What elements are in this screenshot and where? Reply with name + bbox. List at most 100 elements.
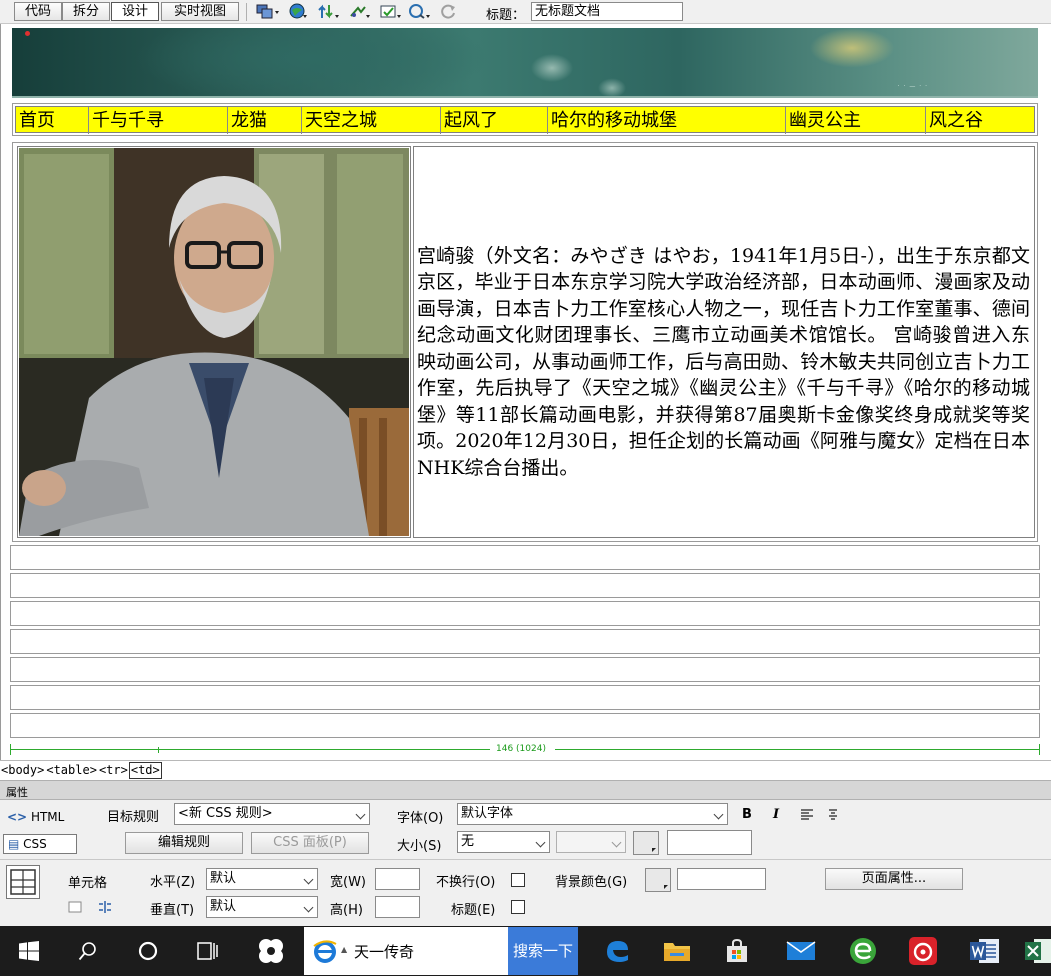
nowrap-label: 不换行(O) — [436, 875, 496, 890]
multiscreen-icon[interactable] — [256, 3, 280, 20]
visual-aids-icon[interactable] — [349, 3, 371, 20]
bgcolor-picker[interactable] — [645, 868, 671, 892]
portrait-illustration — [19, 148, 409, 536]
file-management-icon[interactable] — [318, 3, 340, 20]
search-submit-button[interactable]: 搜索一下 — [508, 927, 578, 975]
size-unit-select[interactable] — [556, 831, 626, 853]
target-rule-select[interactable]: <新 CSS 规则> — [174, 803, 370, 825]
task-view-button[interactable] — [186, 926, 230, 976]
css-mode-button[interactable]: ▤ CSS — [3, 834, 77, 854]
size-select[interactable]: 无 — [457, 831, 550, 853]
table-width-indicator: 146 (1024) — [10, 744, 1040, 756]
code-view-button[interactable]: 代码 — [14, 2, 62, 21]
html-mode-button[interactable]: <> HTML — [3, 808, 64, 828]
italic-button[interactable]: I — [773, 807, 779, 822]
properties-panel: 属性 <> HTML ▤ CSS 目标规则 <新 CSS 规则> 编辑规则 CS… — [0, 780, 1051, 926]
windows-taskbar: ▲ 天一传奇 搜索一下 — [0, 926, 1051, 976]
target-rule-value: <新 CSS 规则> — [178, 806, 273, 821]
check-page-icon[interactable] — [380, 3, 402, 20]
preview-browser-icon[interactable] — [289, 3, 307, 20]
cortana-circle-icon — [138, 941, 158, 961]
nav-item-nausicaa[interactable]: 风之谷 — [926, 107, 1034, 134]
page-properties-button[interactable]: 页面属性... — [825, 868, 963, 890]
pinned-app-edge[interactable] — [594, 926, 640, 976]
edge-logo-icon — [607, 941, 628, 962]
horizontal-align-value: 默认 — [210, 871, 237, 886]
search-icon — [78, 942, 96, 961]
live-view-button[interactable]: 实时视图 — [161, 2, 239, 21]
pinned-app-file-explorer[interactable] — [654, 926, 700, 976]
empty-table-row[interactable] — [10, 573, 1040, 598]
pinned-app-netease-music[interactable] — [900, 926, 946, 976]
empty-table-row[interactable] — [10, 629, 1040, 654]
windows-logo-icon — [19, 941, 39, 961]
bio-text: 宫崎骏（外文名：みやざき はやお，1941年1月5日-），出生于东京都文京区，毕… — [417, 244, 1030, 479]
content-table: 宫崎骏（外文名：みやざき はやお，1941年1月5日-），出生于东京都文京区，毕… — [12, 142, 1038, 542]
pinned-app-word[interactable] — [960, 926, 1010, 976]
cortana-button[interactable] — [126, 926, 170, 976]
nav-item-princess-mononoke[interactable]: 幽灵公主 — [786, 107, 926, 134]
empty-table-row[interactable] — [10, 713, 1040, 738]
pinned-app-mail[interactable] — [776, 926, 826, 976]
validate-icon[interactable] — [409, 3, 431, 20]
align-left-icon[interactable] — [800, 809, 814, 821]
toolbar-separator — [246, 3, 247, 21]
ruler-tick-mid — [158, 747, 159, 753]
start-button[interactable] — [8, 926, 50, 976]
tag-body[interactable]: <body> — [0, 761, 45, 779]
merge-cells-icon[interactable] — [68, 901, 82, 913]
empty-table-row[interactable] — [10, 545, 1040, 570]
header-checkbox[interactable] — [511, 900, 525, 914]
cell-label: 单元格 — [68, 876, 108, 891]
task-view-icon — [197, 942, 218, 960]
horizontal-align-select[interactable]: 默认 — [206, 868, 318, 890]
folder-icon — [664, 943, 690, 961]
text-color-input[interactable] — [667, 830, 752, 855]
nav-item-totoro[interactable]: 龙猫 — [228, 107, 302, 134]
bold-button[interactable]: B — [742, 807, 752, 822]
empty-table-row[interactable] — [10, 601, 1040, 626]
font-select[interactable]: 默认字体 — [457, 803, 728, 825]
design-view-button[interactable]: 设计 — [111, 2, 159, 21]
ie-logo-icon — [313, 940, 337, 963]
search-button[interactable] — [66, 926, 110, 976]
design-canvas[interactable]: · · — · · 首页 千与千寻 龙猫 天空之城 起风了 哈尔的移动城堡 幽灵… — [0, 24, 1051, 760]
text-color-picker[interactable] — [633, 831, 659, 855]
height-input[interactable] — [375, 896, 420, 918]
css-panel-button[interactable]: CSS 面板(P) — [251, 832, 369, 854]
nav-item-the-wind-rises[interactable]: 起风了 — [441, 107, 548, 134]
split-cell-icon[interactable] — [98, 900, 112, 914]
empty-table-row[interactable] — [10, 657, 1040, 682]
pinned-app-butterfly[interactable] — [248, 926, 294, 976]
photo-cell[interactable] — [17, 146, 411, 538]
refresh-icon[interactable] — [440, 3, 458, 20]
chevron-down-icon — [303, 874, 314, 885]
vertical-align-select[interactable]: 默认 — [206, 896, 318, 918]
pinned-app-green-browser[interactable] — [840, 926, 886, 976]
pinned-app-store[interactable] — [714, 926, 760, 976]
bio-cell[interactable]: 宫崎骏（外文名：みやざき はやお，1941年1月5日-），出生于东京都文京区，毕… — [413, 146, 1035, 538]
nav-item-howls-moving-castle[interactable]: 哈尔的移动城堡 — [548, 107, 786, 134]
tag-td[interactable]: <td> — [128, 762, 162, 779]
width-input[interactable] — [375, 868, 420, 890]
nowrap-checkbox[interactable] — [511, 873, 525, 887]
nav-item-spirited-away[interactable]: 千与千寻 — [89, 107, 228, 134]
tag-table[interactable]: <table> — [45, 761, 98, 779]
pinned-app-excel[interactable] — [1024, 926, 1051, 976]
align-center-icon[interactable] — [828, 809, 838, 821]
header-label: 标题(E) — [451, 903, 496, 918]
properties-tab[interactable]: 属性 — [6, 784, 28, 800]
document-title-input[interactable]: 无标题文档 — [531, 2, 683, 21]
empty-table-row[interactable] — [10, 685, 1040, 710]
edit-rule-button[interactable]: 编辑规则 — [125, 832, 243, 854]
nav-item-castle-in-the-sky[interactable]: 天空之城 — [302, 107, 441, 134]
properties-header: 属性 — [0, 781, 1051, 800]
tag-tr[interactable]: <tr> — [98, 761, 129, 779]
tag-selector: <body> <table> <tr> <td> — [0, 760, 1051, 780]
bgcolor-input[interactable] — [677, 868, 766, 890]
split-view-button[interactable]: 拆分 — [62, 2, 110, 21]
css-mode-label: CSS — [23, 837, 47, 851]
taskbar-search-box[interactable]: ▲ 天一传奇 — [304, 927, 508, 975]
nav-item-home[interactable]: 首页 — [16, 107, 89, 134]
mail-icon — [786, 941, 816, 960]
